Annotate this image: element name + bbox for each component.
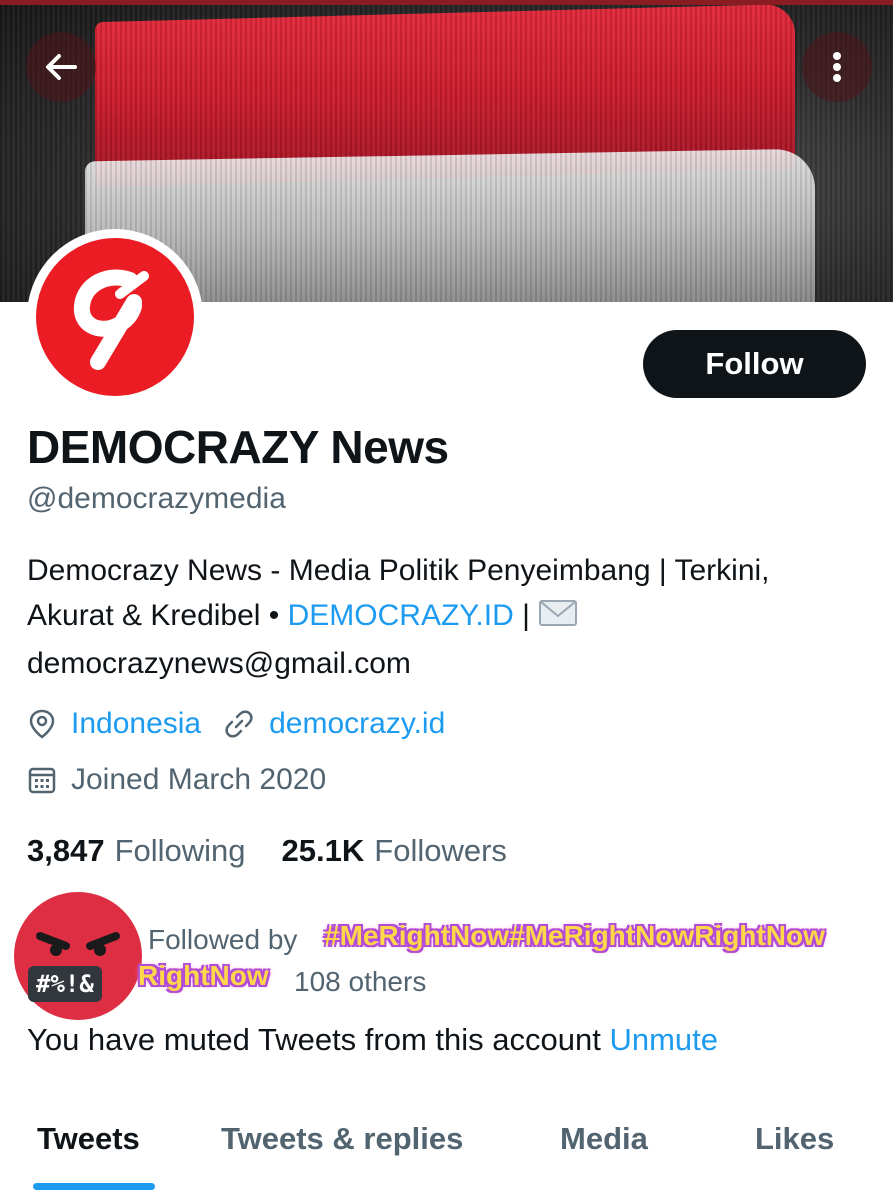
more-vertical-icon xyxy=(833,52,841,82)
followers-label: Followers xyxy=(374,833,507,868)
bio-link[interactable]: DEMOCRAZY.ID xyxy=(288,599,514,632)
profile-bio: Democrazy News - Media Politik Penyeimba… xyxy=(27,548,847,686)
bio-separator: | xyxy=(513,599,539,632)
profile-joined-date: Joined March 2020 xyxy=(71,763,327,796)
active-tab-indicator xyxy=(33,1183,155,1190)
profile-stats: 3,847 Following 25.1K Followers xyxy=(27,833,507,869)
tab-likes[interactable]: Likes xyxy=(755,1121,834,1157)
calendar-icon xyxy=(27,765,57,795)
unmute-button[interactable]: Unmute xyxy=(609,1022,718,1057)
profile-location[interactable]: Indonesia xyxy=(71,707,201,741)
following-stat[interactable]: 3,847 Following xyxy=(27,833,246,869)
hashtag-overlay-line2: RightNow xyxy=(138,960,269,991)
muted-text: You have muted Tweets from this account xyxy=(27,1022,601,1057)
profile-meta-joined-row: Joined March 2020 xyxy=(27,763,326,797)
link-icon xyxy=(223,708,255,740)
follow-button[interactable]: Follow xyxy=(643,330,866,398)
followed-by-prefix: Followed by xyxy=(148,924,298,955)
following-count: 3,847 xyxy=(27,833,105,868)
muted-notice: You have muted Tweets from this account … xyxy=(27,1022,718,1058)
profile-website[interactable]: democrazy.id xyxy=(269,707,445,741)
tab-media[interactable]: Media xyxy=(560,1121,648,1157)
followed-by-section[interactable]: #%!& Followed by 108 others #MeRightNow#… xyxy=(14,892,884,1020)
tab-tweets[interactable]: Tweets xyxy=(37,1121,140,1157)
profile-name: DEMOCRAZY News xyxy=(27,421,449,473)
hashtag-overlay-line1: #MeRightNow#MeRightNowRightNow xyxy=(324,920,825,951)
more-options-button[interactable] xyxy=(802,32,872,102)
bio-email: democrazynews@gmail.com xyxy=(27,647,411,680)
envelope-icon xyxy=(538,596,578,641)
profile-handle: @democrazymedia xyxy=(27,482,286,515)
profile-tabs: Tweets Tweets & replies Media Likes xyxy=(0,1105,893,1200)
location-pin-icon xyxy=(27,708,57,740)
followers-stat[interactable]: 25.1K Followers xyxy=(282,833,507,869)
profile-meta-location-row: Indonesia democrazy.id xyxy=(27,707,445,741)
following-label: Following xyxy=(114,833,246,868)
profile-avatar[interactable] xyxy=(27,229,203,405)
symbols-emoji-label: #%!& xyxy=(28,966,102,1002)
tab-tweets-and-replies[interactable]: Tweets & replies xyxy=(221,1121,463,1157)
followers-count: 25.1K xyxy=(281,833,365,868)
followed-by-others: 108 others xyxy=(294,966,427,997)
back-button[interactable] xyxy=(26,32,96,102)
democrazy-logo-icon xyxy=(36,238,194,396)
arrow-left-icon xyxy=(46,54,77,80)
